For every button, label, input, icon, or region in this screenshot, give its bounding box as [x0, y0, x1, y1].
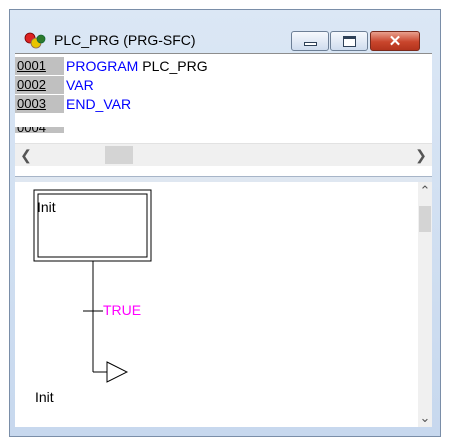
scroll-thumb[interactable]	[105, 146, 133, 164]
scroll-right-icon[interactable]: ❯	[410, 144, 432, 166]
app-icon	[24, 32, 46, 49]
line-number: 0001	[15, 57, 64, 75]
line-number: 0003	[15, 95, 64, 113]
sfc-diagram	[33, 189, 152, 383]
scroll-left-icon[interactable]: ❮	[15, 144, 37, 166]
sfc-chart[interactable]: Init TRUE Init	[15, 182, 418, 427]
minimize-icon	[303, 42, 317, 46]
code-text[interactable]: PROGRAM PLC_PRG	[66, 57, 208, 75]
horizontal-scrollbar[interactable]: ❮ ❯	[15, 143, 432, 166]
transition-condition[interactable]: TRUE	[103, 302, 141, 318]
jump-target-label[interactable]: Init	[35, 389, 54, 405]
maximize-icon	[342, 35, 356, 47]
scroll-down-icon[interactable]: ⌄	[418, 409, 432, 427]
maximize-button[interactable]	[330, 31, 368, 51]
title-bar[interactable]: PLC_PRG (PRG-SFC) ✕	[10, 10, 440, 54]
line-number-partial: 0004	[15, 127, 64, 133]
close-button[interactable]: ✕	[370, 31, 420, 51]
minimize-button[interactable]	[291, 31, 329, 51]
scroll-thumb[interactable]	[419, 206, 431, 232]
keyword: PROGRAM	[66, 58, 139, 74]
jump-arrow-icon	[106, 361, 129, 383]
vertical-scrollbar[interactable]: ⌃ ⌄	[418, 182, 432, 427]
keyword: VAR	[66, 77, 94, 93]
keyword: END_VAR	[66, 96, 132, 112]
identifier: PLC_PRG	[142, 58, 208, 74]
close-icon: ✕	[388, 32, 402, 50]
line-number: 0002	[15, 76, 64, 94]
scroll-up-icon[interactable]: ⌃	[418, 182, 432, 200]
code-text[interactable]: VAR	[66, 76, 94, 94]
initial-step-name[interactable]: Init	[37, 199, 56, 215]
window-title: PLC_PRG (PRG-SFC)	[54, 32, 196, 48]
code-text[interactable]: END_VAR	[66, 95, 131, 113]
declaration-editor[interactable]: 0001 PROGRAM PLC_PRG 0002 VAR 0003 END_V…	[15, 53, 432, 177]
